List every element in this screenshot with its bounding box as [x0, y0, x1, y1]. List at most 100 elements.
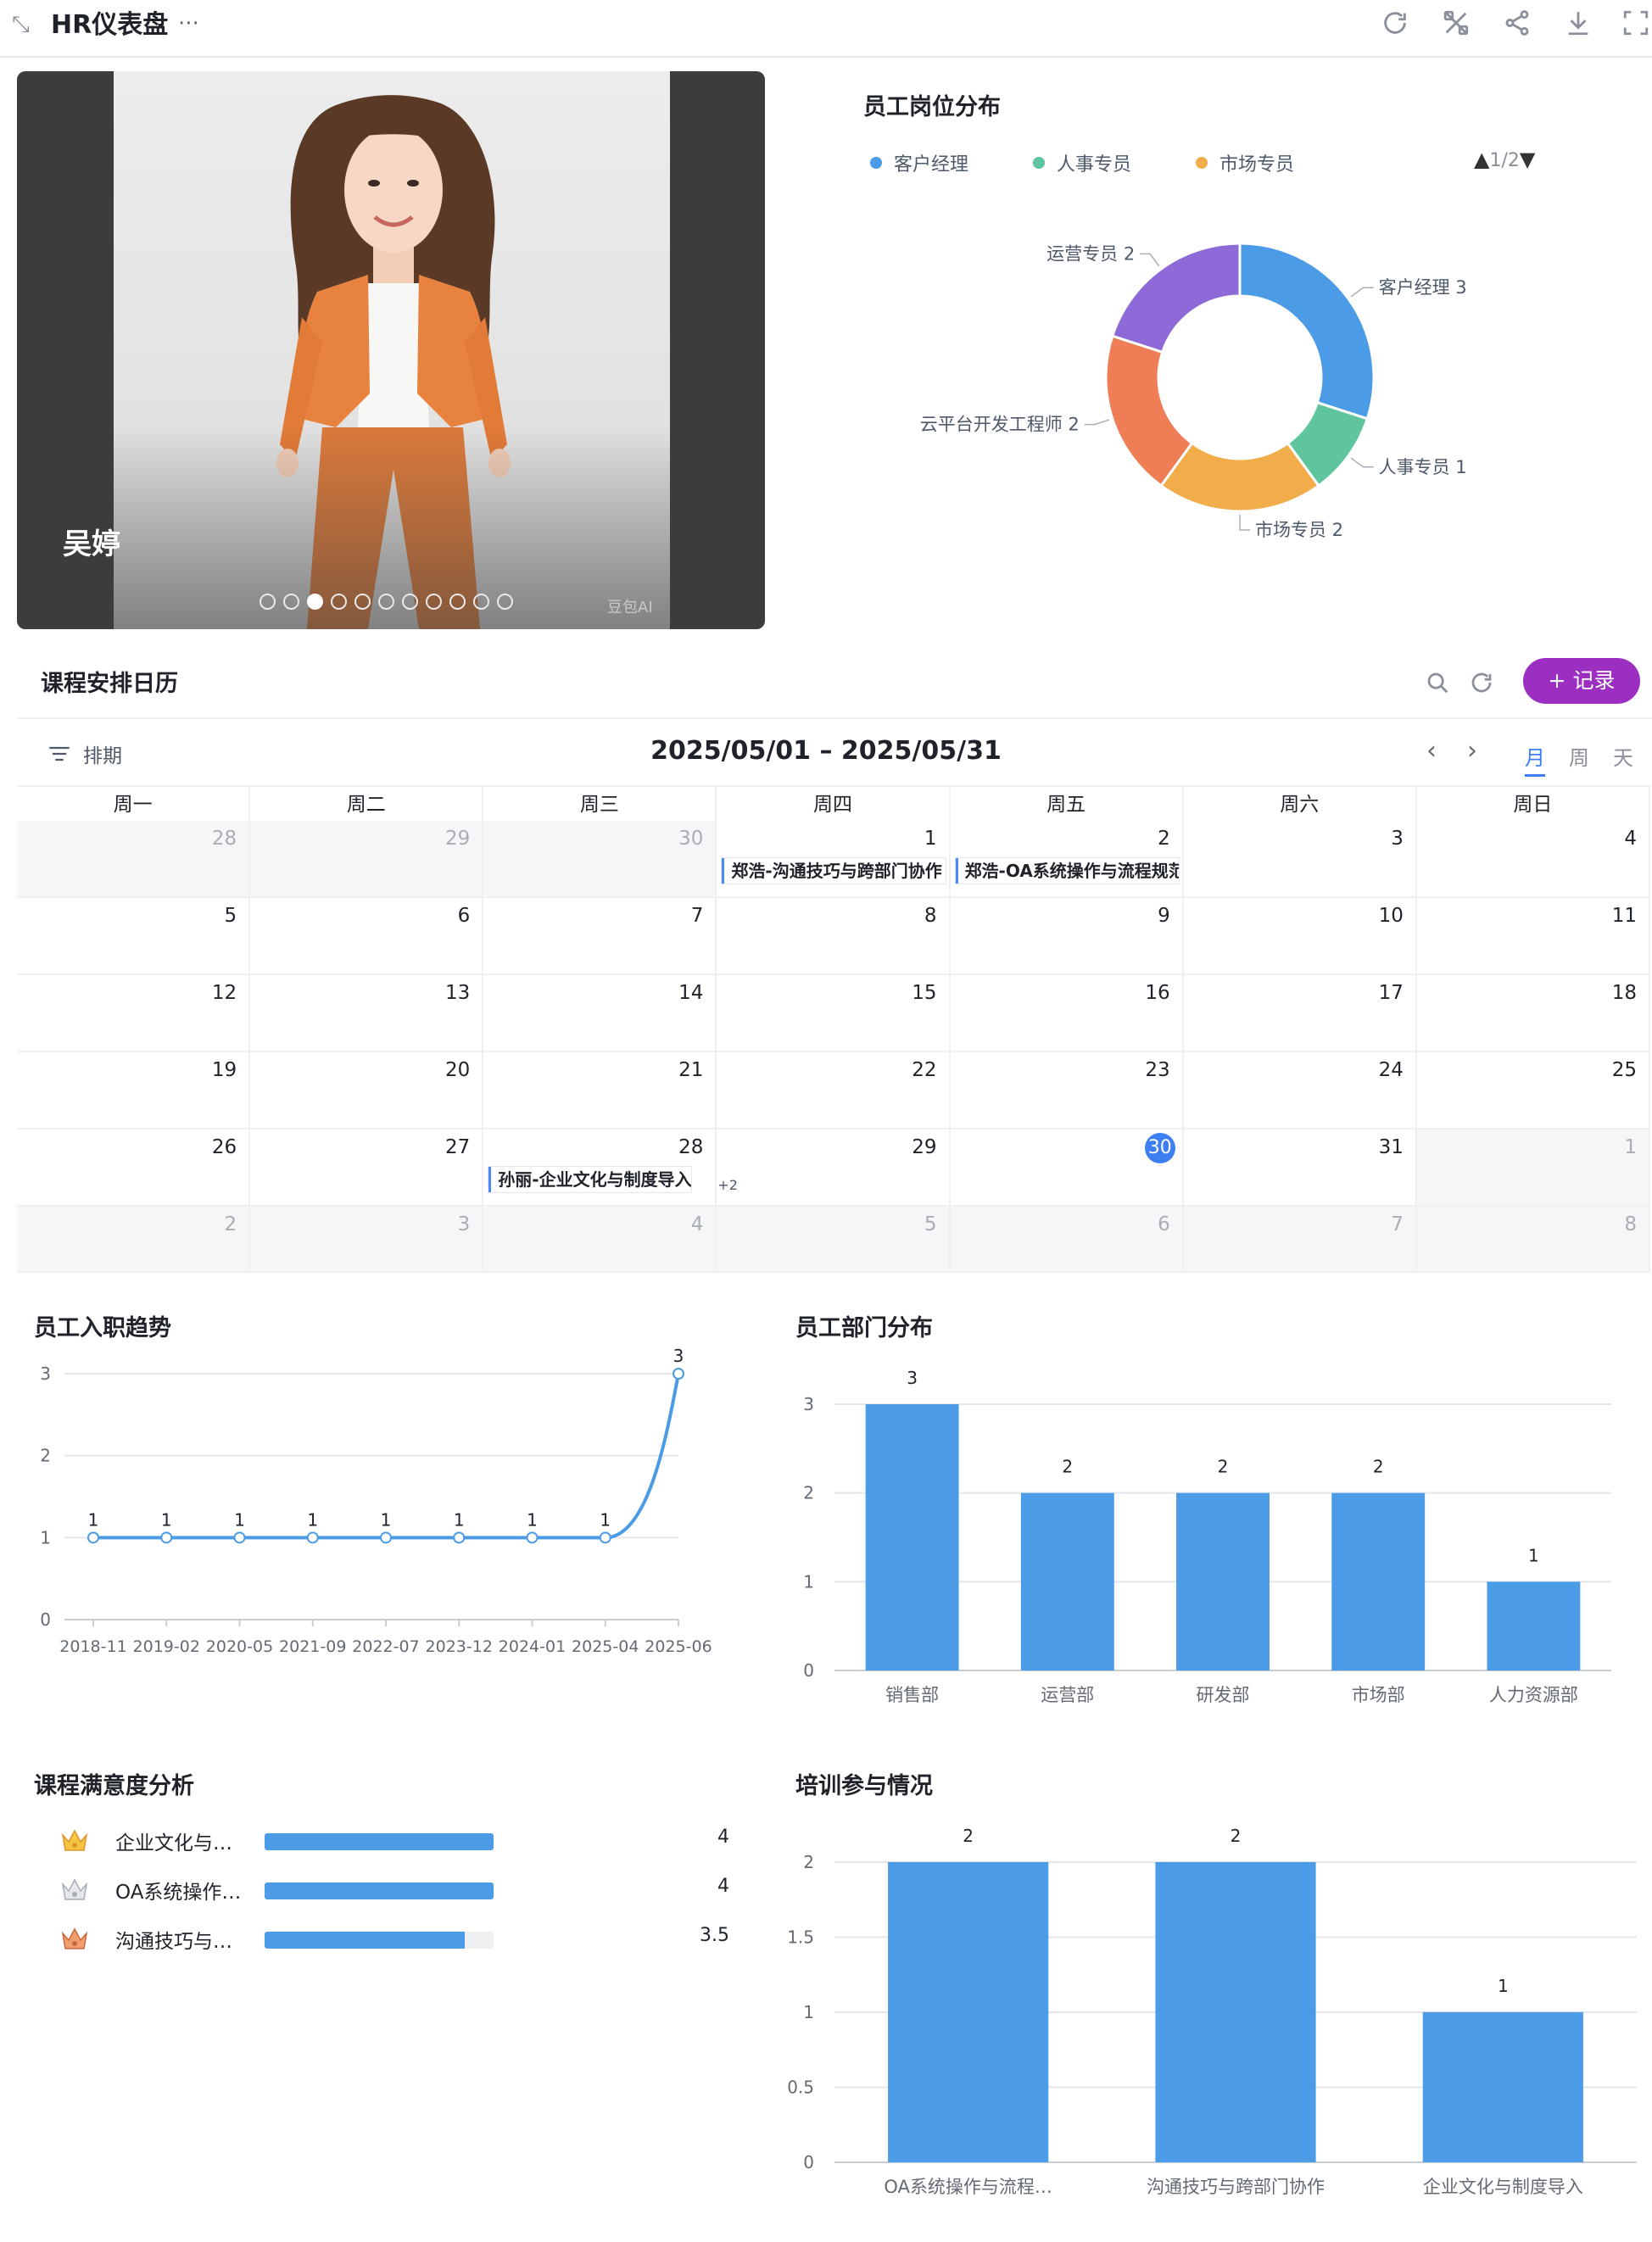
calendar-day-cell[interactable]: 29	[250, 821, 484, 898]
carousel-dots[interactable]	[260, 594, 513, 611]
search-icon[interactable]	[1425, 670, 1450, 699]
calendar-day-cell[interactable]: 6	[950, 1207, 1184, 1273]
calendar-day-cell[interactable]: 23	[950, 1052, 1184, 1129]
bar[interactable]	[1487, 1581, 1581, 1670]
calendar-day-cell[interactable]: 22	[717, 1052, 951, 1129]
calendar-day-cell[interactable]: 4	[483, 1207, 717, 1273]
legend-pager[interactable]: ▲1/2▼	[1474, 148, 1535, 171]
view-day-tab[interactable]: 天	[1613, 741, 1633, 771]
next-month-icon[interactable]: ›	[1467, 736, 1477, 766]
carousel-dot[interactable]	[331, 594, 347, 610]
calendar-day-cell[interactable]: 30	[483, 821, 717, 898]
legend-item-2[interactable]: 市场专员	[1196, 149, 1294, 176]
calendar-day-cell[interactable]: 15	[717, 975, 951, 1052]
calendar-day-cell[interactable]: 12	[17, 975, 251, 1052]
carousel-dot[interactable]	[473, 594, 489, 610]
carousel-dot[interactable]	[497, 594, 513, 610]
carousel-dot[interactable]	[260, 594, 276, 610]
calendar-day-cell[interactable]: 17	[1183, 975, 1417, 1052]
calendar-day-cell[interactable]: 8	[717, 898, 951, 975]
calendar-day-cell[interactable]: 18	[1416, 975, 1650, 1052]
donut-slice[interactable]	[1238, 242, 1376, 421]
carousel-dot[interactable]	[449, 594, 466, 610]
calendar-day-cell[interactable]: 31	[1183, 1129, 1417, 1207]
calendar-day-cell[interactable]: 28 孙丽-企业文化与制度导入- +2	[483, 1129, 738, 1207]
calendar-day-cell[interactable]: 11	[1416, 898, 1650, 975]
position-donut-chart[interactable]: 客户经理 3 人事专员 1 市场专员 2 云平台开发工程师 2 运营专员 2	[848, 204, 1645, 585]
share-icon[interactable]	[1503, 8, 1537, 42]
calendar-day-cell[interactable]: 1	[1416, 1129, 1650, 1207]
legend-prev-icon[interactable]: ▲	[1474, 148, 1489, 171]
training-bar-chart[interactable]: 0 0.5 1 1.5 2 2 OA系统操作与流程… 2 沟通技巧与跨部门协作 1 企业文化与制度导…	[780, 1806, 1637, 2205]
satisfaction-item[interactable]: 企业文化与… 4	[59, 1823, 729, 1857]
calendar-day-cell[interactable]: 21	[483, 1052, 717, 1129]
carousel-dot[interactable]	[354, 594, 371, 610]
refresh-icon[interactable]	[1381, 8, 1415, 42]
carousel-dot[interactable]	[378, 594, 394, 610]
bar[interactable]	[888, 1862, 1049, 2162]
prev-month-icon[interactable]: ‹	[1426, 736, 1437, 766]
satisfaction-item[interactable]: OA系统操作… 4	[59, 1872, 729, 1906]
more-options-icon[interactable]: ···	[178, 7, 199, 41]
data-point[interactable]	[453, 1531, 466, 1544]
calendar-day-cell[interactable]: 8	[1416, 1207, 1650, 1273]
data-point[interactable]	[306, 1531, 319, 1544]
calendar-day-cell[interactable]: 30	[950, 1129, 1184, 1207]
data-point[interactable]	[599, 1531, 611, 1544]
calendar-event[interactable]: 郑浩-OA系统操作与流程规范	[955, 858, 1179, 884]
bar[interactable]	[1155, 1862, 1316, 2162]
data-point[interactable]	[87, 1531, 99, 1544]
calendar-day-cell[interactable]: 9	[950, 898, 1184, 975]
bar[interactable]	[1331, 1492, 1426, 1670]
onboarding-line-chart[interactable]: 0 1 2 3 2018-11 2019-02 2020-05 2021-09 2022-07 2…	[17, 1348, 763, 1713]
fullscreen-icon[interactable]	[1621, 8, 1652, 42]
bar[interactable]	[1422, 2012, 1583, 2162]
calendar-day-cell[interactable]: 2	[17, 1207, 251, 1273]
calendar-day-cell[interactable]: 7	[483, 898, 717, 975]
calendar-day-cell[interactable]: 25	[1416, 1052, 1650, 1129]
calendar-day-cell[interactable]: 28	[17, 821, 251, 898]
employee-carousel[interactable]: 吴婷 豆包AI	[17, 71, 765, 629]
carousel-dot[interactable]	[426, 594, 442, 610]
data-point[interactable]	[233, 1531, 246, 1544]
calendar-day-cell[interactable]: 5	[717, 1207, 951, 1273]
data-point[interactable]	[160, 1531, 173, 1544]
view-week-tab[interactable]: 周	[1569, 741, 1589, 771]
calendar-day-cell[interactable]: 13	[250, 975, 484, 1052]
calendar-event[interactable]: 郑浩-沟通技巧与跨部门协作	[722, 858, 946, 884]
carousel-dot[interactable]	[283, 594, 299, 610]
calendar-day-cell[interactable]: 7	[1183, 1207, 1417, 1273]
carousel-dot[interactable]	[307, 594, 323, 610]
bar[interactable]	[1176, 1492, 1270, 1670]
legend-next-icon[interactable]: ▼	[1520, 148, 1535, 171]
legend-item-0[interactable]: 客户经理	[870, 149, 968, 176]
calendar-day-cell[interactable]: 5	[17, 898, 251, 975]
tools-icon[interactable]	[1442, 8, 1476, 42]
download-icon[interactable]	[1564, 8, 1598, 42]
legend-item-1[interactable]: 人事专员	[1033, 149, 1131, 176]
calendar-day-cell[interactable]: 16	[950, 975, 1184, 1052]
data-point[interactable]	[673, 1368, 684, 1380]
department-bar-chart[interactable]: 0 1 2 3 3 销售部 2 运营部 2 研发部 2 市场部 1 人力资源部	[780, 1348, 1637, 1713]
calendar-day-cell[interactable]: 3	[1183, 821, 1417, 898]
calendar-day-cell[interactable]: 24	[1183, 1052, 1417, 1129]
calendar-day-cell[interactable]: 20	[250, 1052, 484, 1129]
calendar-day-cell[interactable]: 3	[250, 1207, 484, 1273]
view-month-tab[interactable]: 月	[1525, 741, 1545, 777]
calendar-day-cell[interactable]: 19	[17, 1052, 251, 1129]
calendar-day-cell[interactable]: 26	[17, 1129, 251, 1207]
calendar-day-cell[interactable]: 14	[483, 975, 717, 1052]
calendar-day-cell[interactable]: 10	[1183, 898, 1417, 975]
calendar-event[interactable]: 孙丽-企业文化与制度导入-	[488, 1167, 692, 1192]
carousel-dot[interactable]	[402, 594, 418, 610]
data-point[interactable]	[526, 1531, 539, 1544]
calendar-day-cell[interactable]: 1 郑浩-沟通技巧与跨部门协作	[717, 821, 951, 898]
data-point[interactable]	[380, 1531, 392, 1544]
satisfaction-item[interactable]: 沟通技巧与… 3.5	[59, 1921, 729, 1955]
calendar-day-cell[interactable]: 27	[250, 1129, 484, 1207]
bar[interactable]	[1020, 1492, 1114, 1670]
collapse-icon[interactable]: ⤡	[12, 12, 37, 37]
calendar-day-cell[interactable]: 4	[1416, 821, 1650, 898]
bar[interactable]	[865, 1404, 959, 1670]
calendar-day-cell[interactable]: 29	[717, 1129, 951, 1207]
